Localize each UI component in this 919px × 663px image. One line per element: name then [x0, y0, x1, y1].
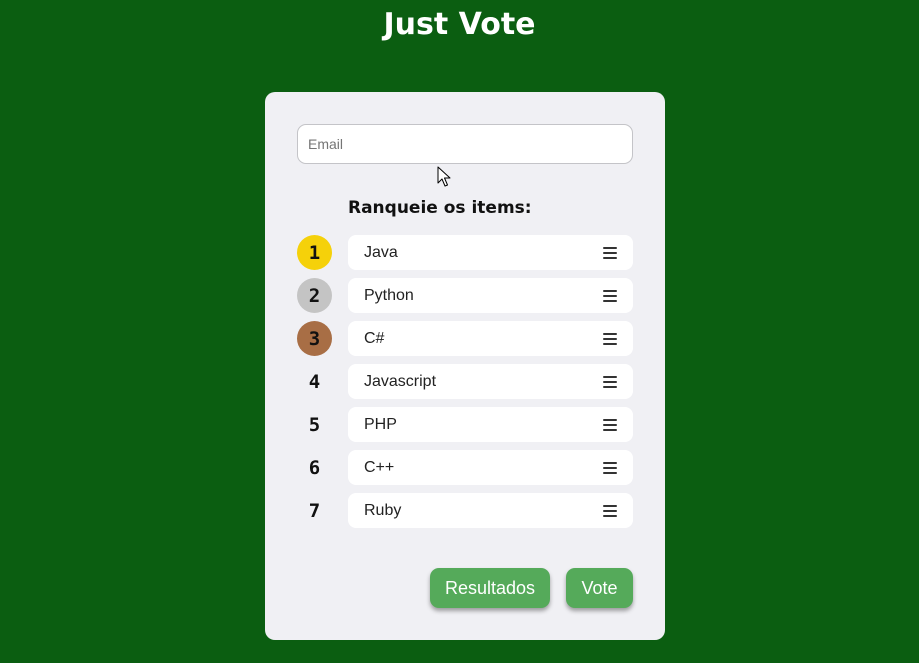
- rank-row: 7 Ruby: [297, 493, 633, 528]
- rank-item-label: C#: [364, 329, 385, 347]
- rank-number: 5: [308, 413, 321, 436]
- rank-number: 4: [308, 370, 321, 393]
- drag-handle-icon[interactable]: [603, 246, 617, 259]
- rank-item[interactable]: Javascript: [348, 364, 633, 399]
- drag-handle-icon[interactable]: [603, 504, 617, 517]
- rank-item-label: Ruby: [364, 501, 402, 519]
- drag-handle-icon[interactable]: [603, 461, 617, 474]
- rank-badge-gold: 1: [297, 235, 332, 270]
- rank-item[interactable]: PHP: [348, 407, 633, 442]
- rank-row: 1 Java: [297, 235, 633, 270]
- mouse-cursor-icon: [437, 166, 451, 187]
- drag-handle-icon[interactable]: [603, 418, 617, 431]
- rank-number: 6: [308, 456, 321, 479]
- results-button[interactable]: Resultados: [430, 568, 550, 608]
- rank-row: 2 Python: [297, 278, 633, 313]
- rank-badge-bronze: 3: [297, 321, 332, 356]
- rank-list: 1 Java 2 Python 3 C# 4 Javascript 5 PHP …: [297, 235, 633, 536]
- rank-item[interactable]: Python: [348, 278, 633, 313]
- rank-item[interactable]: Ruby: [348, 493, 633, 528]
- vote-button[interactable]: Vote: [566, 568, 633, 608]
- vote-card: Ranqueie os items: 1 Java 2 Python 3 C: [265, 92, 665, 640]
- drag-handle-icon[interactable]: [603, 289, 617, 302]
- rank-item-label: PHP: [364, 415, 397, 433]
- rank-number: 7: [308, 499, 321, 522]
- page: Just Vote Ranqueie os items: 1 Java 2 Py…: [0, 0, 919, 663]
- drag-handle-icon[interactable]: [603, 332, 617, 345]
- rank-row: 4 Javascript: [297, 364, 633, 399]
- rank-item[interactable]: C#: [348, 321, 633, 356]
- rank-heading: Ranqueie os items:: [348, 198, 532, 218]
- rank-badge-silver: 2: [297, 278, 332, 313]
- rank-item-label: Python: [364, 286, 414, 304]
- rank-row: 5 PHP: [297, 407, 633, 442]
- rank-item[interactable]: C++: [348, 450, 633, 485]
- email-input[interactable]: [297, 124, 633, 164]
- rank-item-label: C++: [364, 458, 395, 476]
- rank-item-label: Java: [364, 243, 398, 261]
- rank-row: 6 C++: [297, 450, 633, 485]
- drag-handle-icon[interactable]: [603, 375, 617, 388]
- app-title: Just Vote: [383, 7, 536, 42]
- rank-item[interactable]: Java: [348, 235, 633, 270]
- rank-item-label: Javascript: [364, 372, 437, 390]
- rank-row: 3 C#: [297, 321, 633, 356]
